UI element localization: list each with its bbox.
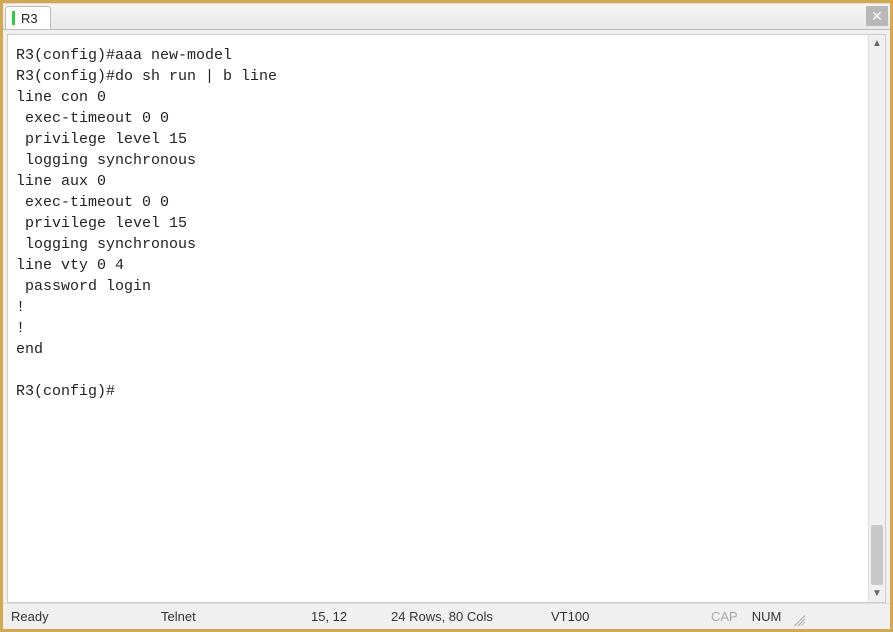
- scroll-thumb[interactable]: [871, 525, 883, 585]
- resize-grip-icon[interactable]: [791, 612, 805, 626]
- terminal-output[interactable]: R3(config)#aaa new-model R3(config)#do s…: [8, 35, 868, 602]
- status-caps-lock: CAP: [711, 609, 738, 624]
- status-terminal-type: VT100: [551, 609, 711, 624]
- terminal-window: R3 ✕ R3(config)#aaa new-model R3(config)…: [3, 3, 890, 629]
- status-num-lock: NUM: [752, 609, 782, 624]
- status-connection: Telnet: [161, 609, 311, 624]
- scroll-track[interactable]: [869, 52, 885, 585]
- status-ready: Ready: [11, 609, 161, 624]
- scroll-up-arrow-icon[interactable]: ▲: [869, 35, 885, 52]
- tab-bar: R3 ✕: [3, 4, 890, 30]
- close-button[interactable]: ✕: [866, 6, 888, 26]
- terminal-container: R3(config)#aaa new-model R3(config)#do s…: [7, 34, 886, 603]
- status-terminal-size: 24 Rows, 80 Cols: [391, 609, 551, 624]
- connection-status-indicator: [12, 11, 15, 25]
- session-tab-r3[interactable]: R3: [5, 6, 51, 29]
- vertical-scrollbar[interactable]: ▲ ▼: [868, 35, 885, 602]
- status-bar: Ready Telnet 15, 12 24 Rows, 80 Cols VT1…: [3, 603, 890, 629]
- close-icon: ✕: [871, 9, 883, 23]
- tab-label: R3: [21, 11, 38, 26]
- status-cursor-position: 15, 12: [311, 609, 391, 624]
- scroll-down-arrow-icon[interactable]: ▼: [869, 585, 885, 602]
